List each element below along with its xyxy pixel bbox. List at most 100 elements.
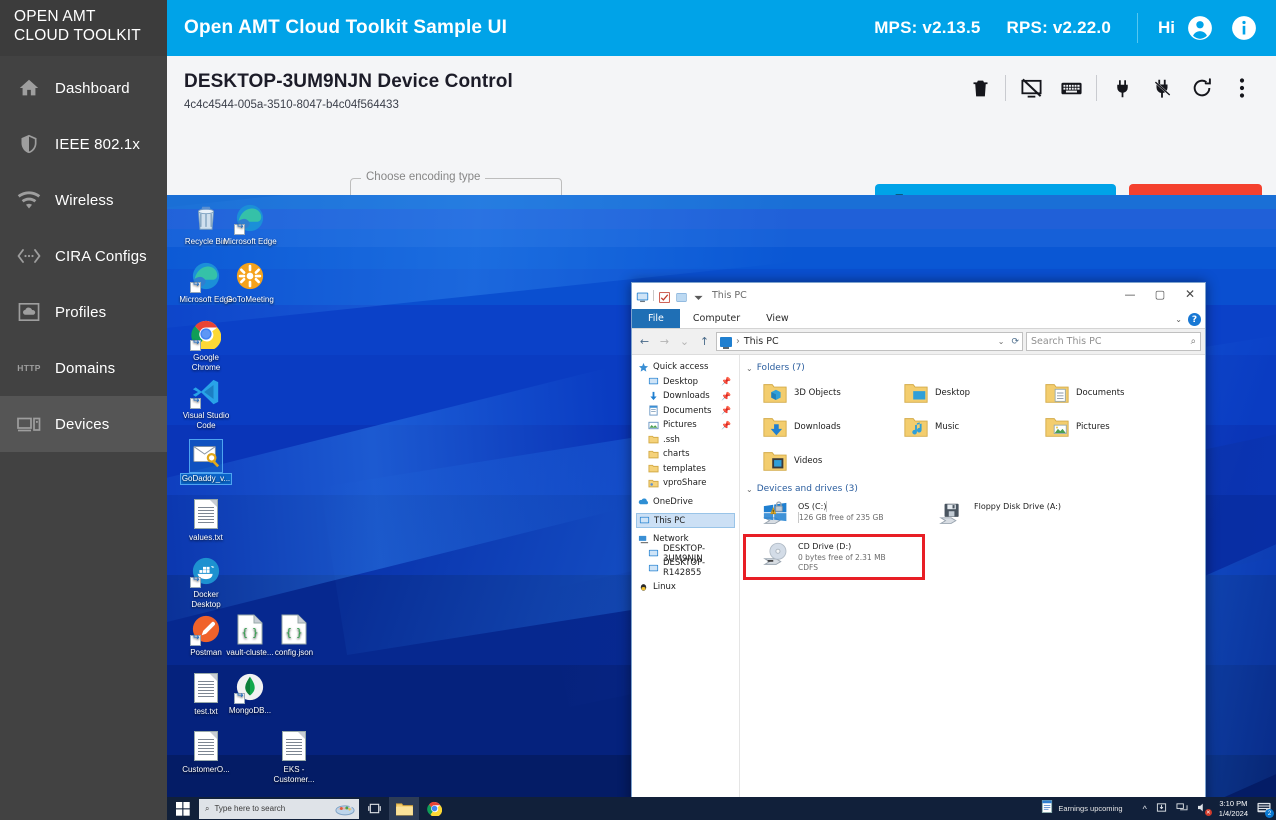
tree-node-templates[interactable]: templates xyxy=(636,462,739,477)
address-input[interactable]: › This PC ⌄ ⟳ xyxy=(716,332,1023,351)
home-icon xyxy=(17,76,41,100)
maximize-button[interactable]: ▢ xyxy=(1145,283,1175,305)
tree-node-downloads[interactable]: Downloads📌 xyxy=(636,389,739,404)
account-circle-icon[interactable] xyxy=(1187,15,1213,41)
folder-desktop-icon xyxy=(903,380,929,406)
more-vertical-icon[interactable] xyxy=(1222,68,1262,108)
drive-item-os-c[interactable]: OS (C:) 126 GB free of 235 GB xyxy=(746,497,922,537)
close-button[interactable]: ✕ xyxy=(1175,283,1205,305)
chevron-up-icon[interactable]: ^ xyxy=(1143,804,1147,814)
folder-item[interactable]: Documents xyxy=(1028,376,1169,410)
ribbon-expand-icon[interactable]: ⌄ xyxy=(1175,315,1182,324)
tree-node-charts[interactable]: charts xyxy=(636,447,739,462)
ribbon-tab-view[interactable]: View xyxy=(753,309,802,328)
desktop-icon-config-json[interactable]: { } config.json xyxy=(265,614,323,658)
remote-desktop-viewport[interactable]: Recycle Bin Microsoft Edge Microsoft Edg… xyxy=(167,195,1276,820)
desktop-icon-eks-customer[interactable]: EKS -Customer... xyxy=(265,730,323,784)
help-icon[interactable]: ? xyxy=(1188,313,1201,326)
drive-item-floppy-a[interactable]: Floppy Disk Drive (A:) xyxy=(922,497,1098,537)
tree-node-ssh[interactable]: .ssh xyxy=(636,433,739,448)
minimize-button[interactable]: — xyxy=(1115,283,1145,305)
desktop-icon-label: MongoDB... xyxy=(228,706,272,716)
desktop-icon-visual-studio-code[interactable]: Visual Studio Code xyxy=(177,377,235,430)
tree-node-desktop-r142855[interactable]: DESKTOP-R142855 xyxy=(636,561,739,576)
device-control-panel: DESKTOP-3UM9NJN Device Control 4c4c4544-… xyxy=(167,56,1276,195)
tree-node-onedrive[interactable]: OneDrive xyxy=(636,495,739,510)
file-explorer-window[interactable]: This PC — ▢ ✕ File Computer View ⌄ ? xyxy=(631,282,1206,820)
sidebar-item-domains[interactable]: HTTP Domains xyxy=(0,340,167,396)
address-dropdown-icon[interactable]: ⌄ xyxy=(998,337,1005,346)
folder-item[interactable]: Downloads xyxy=(746,410,887,444)
tree-node-documents[interactable]: Documents📌 xyxy=(636,404,739,419)
explorer-search-input[interactable]: Search This PC ⌕ xyxy=(1026,332,1201,351)
folder-item[interactable]: 3D Objects xyxy=(746,376,887,410)
file-explorer-icon[interactable] xyxy=(389,797,419,820)
refresh-icon[interactable]: ⟳ xyxy=(1011,337,1019,347)
notification-center-icon[interactable]: 2 xyxy=(1257,801,1272,816)
ribbon-tab-file[interactable]: File xyxy=(632,309,680,328)
forward-icon[interactable]: → xyxy=(656,335,673,348)
sidebar-item-devices[interactable]: Devices xyxy=(0,396,167,452)
tree-node-quick-access[interactable]: Quick access xyxy=(636,360,739,375)
folder-item[interactable]: Desktop xyxy=(887,376,1028,410)
this-pc-icon[interactable] xyxy=(636,289,649,302)
brand-logo[interactable]: OPEN AMT CLOUD TOOLKIT xyxy=(0,0,167,56)
taskbar-clock[interactable]: 3:10 PM 1/4/2024 xyxy=(1219,799,1248,819)
desktop-icon-customer-o[interactable]: CustomerO... xyxy=(177,730,235,775)
back-icon[interactable]: ← xyxy=(636,335,653,348)
properties-icon[interactable] xyxy=(658,289,671,302)
dropdown-icon[interactable] xyxy=(692,289,705,302)
recent-locations-icon[interactable]: ⌄ xyxy=(676,335,693,348)
desktop-icon-values-txt[interactable]: values.txt xyxy=(177,498,235,543)
tray-notification[interactable]: Earnings upcoming xyxy=(1041,800,1132,818)
info-circle-icon[interactable] xyxy=(1231,15,1257,41)
power-plug-icon[interactable] xyxy=(1102,68,1142,108)
desktop-icon-docker-desktop[interactable]: Docker Desktop xyxy=(177,556,235,609)
desktop-icon-godaddy-cert[interactable]: GoDaddy_v... xyxy=(177,440,235,484)
task-view-icon[interactable] xyxy=(359,797,389,820)
ribbon-tab-computer[interactable]: Computer xyxy=(680,309,753,328)
sidebar-item-dashboard[interactable]: Dashboard xyxy=(0,60,167,116)
sidebar-item-profiles[interactable]: Profiles xyxy=(0,284,167,340)
desktop-icon-gotomeeting[interactable]: GoToMeeting xyxy=(221,261,279,305)
onedrive-tray-icon[interactable] xyxy=(1156,802,1167,815)
folder-item[interactable]: Pictures xyxy=(1028,410,1169,444)
keyboard-icon[interactable] xyxy=(1051,68,1091,108)
folder-item[interactable]: Music xyxy=(887,410,1028,444)
desktop-icon-microsoft-edge[interactable]: Microsoft Edge xyxy=(221,203,279,247)
sidebar-item-ieee8021x[interactable]: IEEE 802.1x xyxy=(0,116,167,172)
desktop-icon-label: Google Chrome xyxy=(177,353,235,372)
power-off-icon[interactable] xyxy=(1142,68,1182,108)
drive-label: CD Drive (D:) xyxy=(798,542,851,551)
delete-trash-icon[interactable] xyxy=(960,68,1000,108)
network-tray-icon[interactable] xyxy=(1176,802,1188,815)
volume-muted-icon[interactable]: ✕ xyxy=(1197,802,1210,815)
explorer-title-bar[interactable]: This PC — ▢ ✕ xyxy=(632,283,1205,308)
folder-item[interactable]: Videos xyxy=(746,444,887,478)
windows-start-icon[interactable] xyxy=(167,797,199,820)
tree-node-desktop[interactable]: Desktop📌 xyxy=(636,375,739,390)
sidebar-item-wireless[interactable]: Wireless xyxy=(0,172,167,228)
tree-node-this-pc[interactable]: This PC xyxy=(636,513,735,528)
tree-node-linux[interactable]: Linux xyxy=(636,580,739,595)
desktop-icon-google-chrome[interactable]: Google Chrome xyxy=(177,319,235,372)
sidebar-item-cira-configs[interactable]: CIRA Configs xyxy=(0,228,167,284)
chrome-icon[interactable] xyxy=(419,797,449,820)
tree-node-vproshare[interactable]: vproShare xyxy=(636,476,739,491)
app-root: OPEN AMT CLOUD TOOLKIT Dashboard IEEE 80… xyxy=(0,0,1276,820)
shortcut-badge-icon xyxy=(190,577,201,588)
cortana-bowl-icon[interactable] xyxy=(335,801,355,818)
drive-item-cd-d[interactable]: CD Drive (D:) 0 bytes free of 2.31 MB CD… xyxy=(746,537,922,577)
folder-icon xyxy=(648,449,659,460)
desktop-icon-label: Docker Desktop xyxy=(177,590,235,609)
desktop-icon-mongodb[interactable]: MongoDB... xyxy=(221,672,279,716)
desktop-access-disabled-icon[interactable] xyxy=(1011,68,1051,108)
tree-node-pictures[interactable]: Pictures📌 xyxy=(636,418,739,433)
taskbar-search-input[interactable]: ⌕ Type here to search xyxy=(199,799,359,819)
window-controls: — ▢ ✕ xyxy=(1115,283,1205,305)
drives-group-header[interactable]: ⌄ Devices and drives (3) xyxy=(746,484,1201,494)
folders-group-header[interactable]: ⌄ Folders (7) xyxy=(746,363,1201,373)
new-folder-icon[interactable] xyxy=(675,289,688,302)
up-icon[interactable]: ↑ xyxy=(696,335,713,348)
refresh-icon[interactable] xyxy=(1182,68,1222,108)
